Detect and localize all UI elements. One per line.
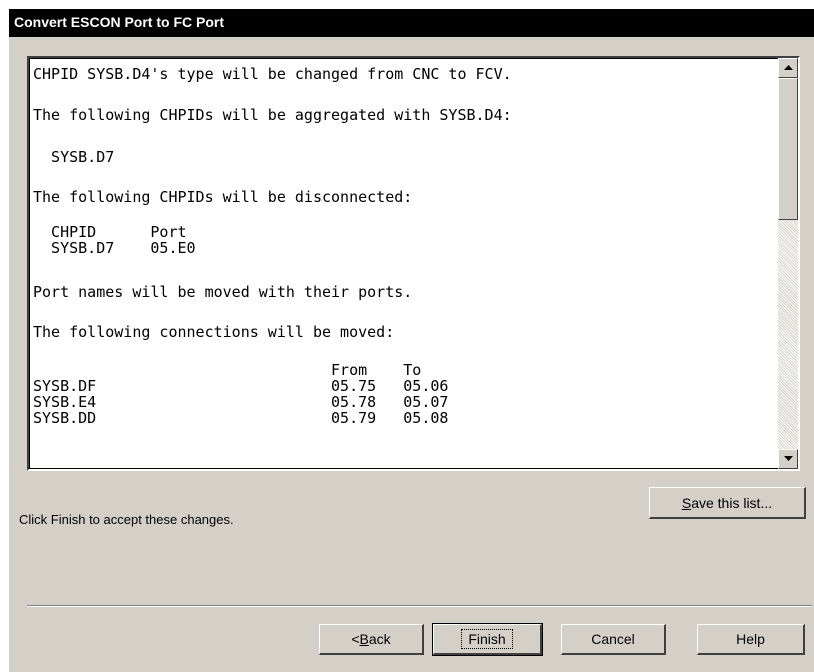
report-line: CHPID SYSB.D4's type will be changed fro… bbox=[33, 65, 512, 83]
back-label-pre: < bbox=[351, 631, 360, 647]
button-separator bbox=[27, 605, 812, 607]
report-line: The following connections will be moved: bbox=[33, 323, 395, 341]
vertical-scrollbar[interactable] bbox=[778, 58, 798, 469]
report-line: SYSB.DD 05.79 05.08 bbox=[33, 409, 449, 427]
cancel-label: Cancel bbox=[591, 631, 635, 647]
report-line: Port names will be moved with their port… bbox=[33, 283, 413, 301]
report-content: CHPID SYSB.D4's type will be changed fro… bbox=[29, 58, 780, 469]
cancel-button[interactable]: Cancel bbox=[561, 624, 666, 655]
back-button[interactable]: < Back bbox=[319, 624, 424, 655]
help-button[interactable]: Help bbox=[697, 624, 805, 655]
save-list-label-post: ave this list... bbox=[691, 494, 773, 511]
dialog-title: Convert ESCON Port to FC Port bbox=[14, 14, 225, 30]
convert-port-dialog: Convert ESCON Port to FC Port CHPID SYSB… bbox=[8, 8, 814, 672]
arrow-down-icon bbox=[784, 456, 793, 461]
back-label-mnemonic: B bbox=[359, 631, 369, 647]
arrow-up-icon bbox=[784, 65, 793, 70]
changes-report-textbox[interactable]: CHPID SYSB.D4's type will be changed fro… bbox=[27, 56, 800, 471]
scroll-up-button[interactable] bbox=[778, 58, 798, 78]
back-label-post: ack bbox=[368, 631, 391, 647]
scroll-thumb[interactable] bbox=[778, 78, 798, 220]
save-list-button[interactable]: Save this list... bbox=[649, 487, 806, 519]
instruction-text: Click Finish to accept these changes. bbox=[19, 512, 234, 527]
report-line: The following CHPIDs will be disconnecte… bbox=[33, 188, 413, 206]
scroll-down-button[interactable] bbox=[778, 449, 798, 469]
report-line: The following CHPIDs will be aggregated … bbox=[33, 106, 512, 124]
save-list-label-mnemonic: S bbox=[681, 494, 692, 511]
finish-button[interactable]: Finish bbox=[432, 623, 543, 656]
finish-label: Finish bbox=[461, 629, 513, 649]
report-line: SYSB.D7 05.E0 bbox=[33, 239, 196, 257]
help-label: Help bbox=[736, 631, 765, 647]
title-bar: Convert ESCON Port to FC Port bbox=[9, 9, 814, 37]
report-line: SYSB.D7 bbox=[33, 148, 115, 166]
